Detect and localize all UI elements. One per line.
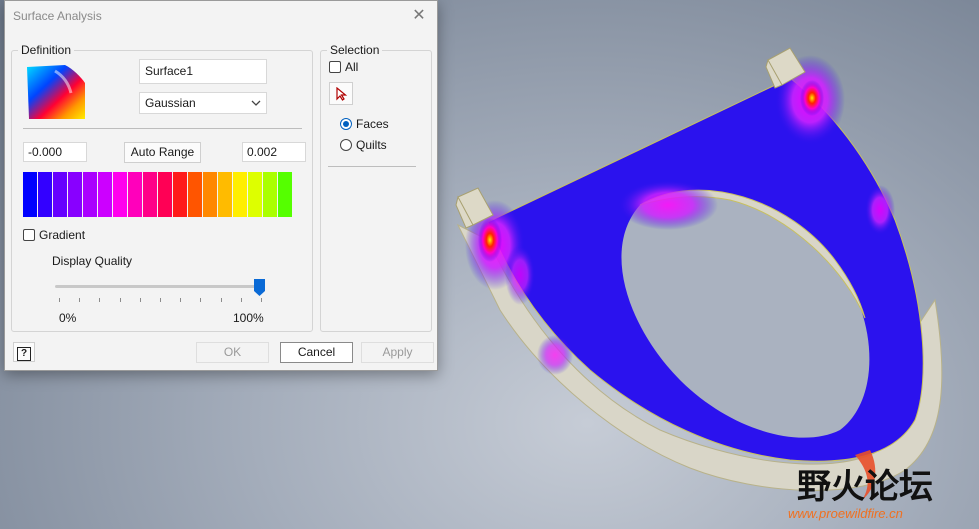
color-scale-cell [263, 172, 277, 217]
display-quality-label: Display Quality [52, 254, 133, 268]
color-scale-cell [98, 172, 112, 217]
color-scale-bar [23, 172, 293, 217]
surface-analysis-dialog: Surface Analysis ✕ Definition Surface1 G… [4, 0, 438, 371]
pick-selection-button[interactable] [329, 82, 353, 105]
color-scale-cell [53, 172, 67, 217]
surface-name-field[interactable]: Surface1 [139, 59, 267, 84]
surface-preview-icon [27, 65, 85, 119]
saddle-part-model[interactable] [455, 47, 943, 491]
apply-button[interactable]: Apply [361, 342, 434, 363]
color-scale-cell [248, 172, 262, 217]
color-scale-cell [188, 172, 202, 217]
slider-tick [160, 298, 161, 302]
quality-max-label: 100% [233, 311, 264, 325]
select-all-checkbox[interactable] [329, 61, 341, 73]
gradient-label: Gradient [39, 228, 86, 242]
color-scale-cell [113, 172, 127, 217]
color-scale-cell [128, 172, 142, 217]
color-scale-cell [173, 172, 187, 217]
quilts-label: Quilts [356, 138, 387, 152]
slider-tick [59, 298, 60, 302]
dialog-titlebar[interactable]: Surface Analysis ✕ [5, 1, 437, 31]
slider-tick [139, 298, 141, 302]
color-scale-cell [158, 172, 172, 217]
definition-separator [23, 128, 302, 129]
color-scale-cell [68, 172, 82, 217]
analysis-type-select[interactable]: Gaussian [139, 92, 267, 114]
ok-button[interactable]: OK [196, 342, 269, 363]
watermark-url: www.proewildfire.cn [788, 506, 903, 521]
arrow-cursor-icon [336, 87, 348, 101]
color-scale-cell [203, 172, 217, 217]
color-scale-cell [218, 172, 232, 217]
slider-tick [200, 298, 202, 302]
max-value-field[interactable]: 0.002 [242, 142, 306, 162]
color-scale-cell [233, 172, 247, 217]
quilts-radio[interactable] [340, 139, 352, 151]
quality-min-label: 0% [59, 311, 77, 325]
slider-tick [220, 298, 222, 302]
slider-tick [119, 298, 121, 302]
help-icon: ? [17, 347, 31, 361]
color-scale-cell [143, 172, 157, 217]
slider-thumb[interactable] [254, 279, 265, 296]
close-icon[interactable]: ✕ [409, 6, 429, 26]
display-quality-slider[interactable] [55, 285, 265, 288]
chevron-down-icon [251, 100, 261, 106]
dialog-title: Surface Analysis [13, 9, 102, 23]
color-scale-cell [23, 172, 37, 217]
color-scale-cell [83, 172, 97, 217]
faces-label: Faces [356, 117, 389, 131]
selection-legend: Selection [327, 43, 383, 57]
slider-tick [99, 298, 101, 302]
slider-tick [79, 298, 81, 302]
color-scale-cell [38, 172, 52, 217]
analysis-type-value: Gaussian [145, 96, 196, 110]
slider-tick [180, 298, 182, 302]
select-all-label: All [345, 60, 359, 74]
faces-radio[interactable] [340, 118, 352, 130]
auto-range-button[interactable]: Auto Range [124, 142, 201, 163]
color-scale-cell [278, 172, 292, 217]
watermark-brand: 野火论坛 [797, 467, 933, 507]
help-button[interactable]: ? [13, 342, 35, 362]
cancel-button[interactable]: Cancel [280, 342, 353, 363]
selection-separator [328, 166, 416, 167]
definition-legend: Definition [18, 43, 75, 57]
slider-tick [261, 298, 262, 302]
slider-tick [240, 298, 242, 302]
gradient-checkbox[interactable] [23, 229, 35, 241]
min-value-field[interactable]: -0.000 [23, 142, 87, 162]
